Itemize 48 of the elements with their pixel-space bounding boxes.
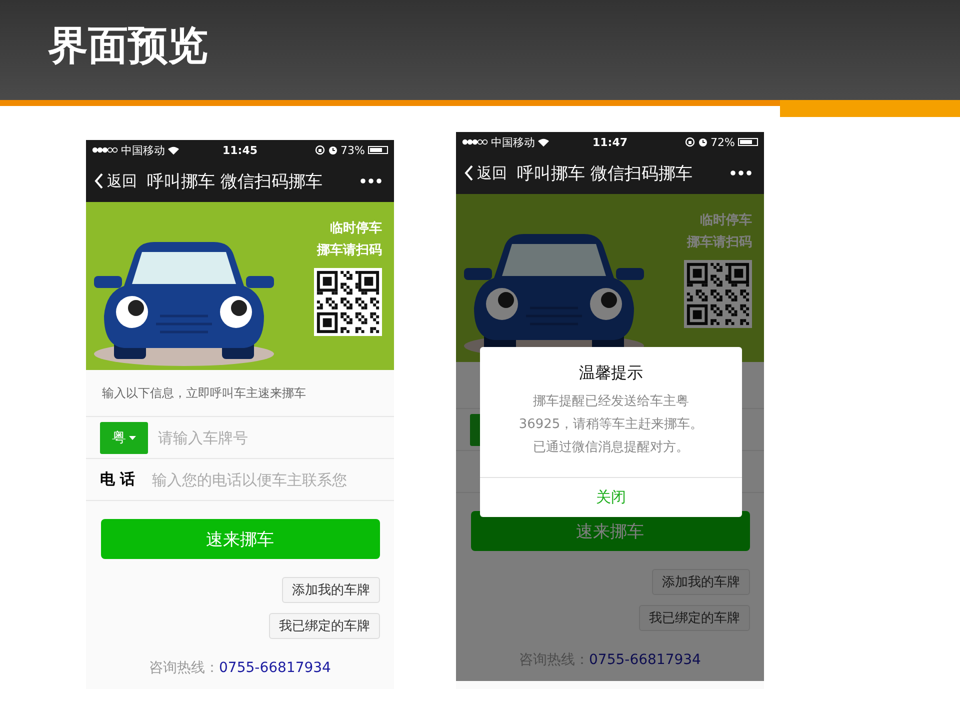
battery-icon xyxy=(738,138,758,146)
carrier-label: 中国移动 xyxy=(491,134,535,150)
dialog-message: 挪车提醒已经发送给车主粤 36925，请稍等车主赶来挪车。 已通过微信消息提醒对方。 xyxy=(518,393,704,457)
qr-code-icon xyxy=(684,260,752,328)
wifi-icon xyxy=(538,138,549,146)
qr-code-icon xyxy=(314,268,382,336)
slide-title: 界面预览 xyxy=(48,22,208,70)
back-button[interactable]: 返回 xyxy=(94,172,137,190)
more-icon[interactable] xyxy=(360,178,382,184)
banner-text: 临时停车 xyxy=(330,220,382,238)
rotation-lock-icon xyxy=(314,145,325,155)
status-time: 11:45 xyxy=(222,144,258,156)
status-time: 11:47 xyxy=(592,136,628,148)
page-title: 呼叫挪车 微信扫码挪车 xyxy=(517,162,694,184)
plate-button[interactable]: 我已绑定的车牌 xyxy=(639,605,750,631)
chevron-left-icon xyxy=(464,165,474,181)
instruction-text: 输入以下信息，立即呼叫车主速来挪车 xyxy=(102,384,306,402)
banner-text: 挪车请扫码 xyxy=(687,234,752,252)
banner-text: 挪车请扫码 xyxy=(317,242,382,260)
banner-text: 临时停车 xyxy=(700,212,752,230)
plate-button[interactable]: 添加我的车牌 xyxy=(652,569,750,595)
hotline-label: 咨询热线： xyxy=(149,660,220,676)
close-button[interactable]: 关闭 xyxy=(480,477,742,517)
dialog-title: 温馨提示 xyxy=(578,362,644,384)
signal-icon xyxy=(462,139,488,145)
wifi-icon xyxy=(168,146,179,154)
submit-button[interactable]: 速来挪车 xyxy=(100,519,380,559)
phone-label: 电 话 xyxy=(100,470,136,489)
battery-percent: 72% xyxy=(710,136,735,148)
alarm-icon xyxy=(698,137,708,147)
back-button[interactable]: 返回 xyxy=(464,164,507,182)
battery-percent: 73% xyxy=(340,144,365,156)
plate-button[interactable]: 我已绑定的车牌 xyxy=(269,613,380,639)
caret-icon xyxy=(129,436,136,440)
chevron-left-icon xyxy=(94,173,104,189)
province-dropdown[interactable]: 粤 xyxy=(100,422,148,454)
alarm-icon xyxy=(328,145,338,155)
phone-input[interactable]: 输入您的电话以便车主联系您 xyxy=(150,470,380,490)
plate-input[interactable]: 请输入车牌号 xyxy=(156,428,380,448)
plate-button[interactable]: 添加我的车牌 xyxy=(282,577,380,603)
hotline-link[interactable]: 0755-66817934 xyxy=(219,660,331,676)
battery-icon xyxy=(368,146,388,154)
carrier-label: 中国移动 xyxy=(121,142,165,158)
hotline-link[interactable]: 0755-66817934 xyxy=(589,652,701,668)
more-icon[interactable] xyxy=(730,170,752,176)
rotation-lock-icon xyxy=(684,137,695,147)
page-title: 呼叫挪车 微信扫码挪车 xyxy=(147,170,324,192)
signal-icon xyxy=(92,147,118,153)
